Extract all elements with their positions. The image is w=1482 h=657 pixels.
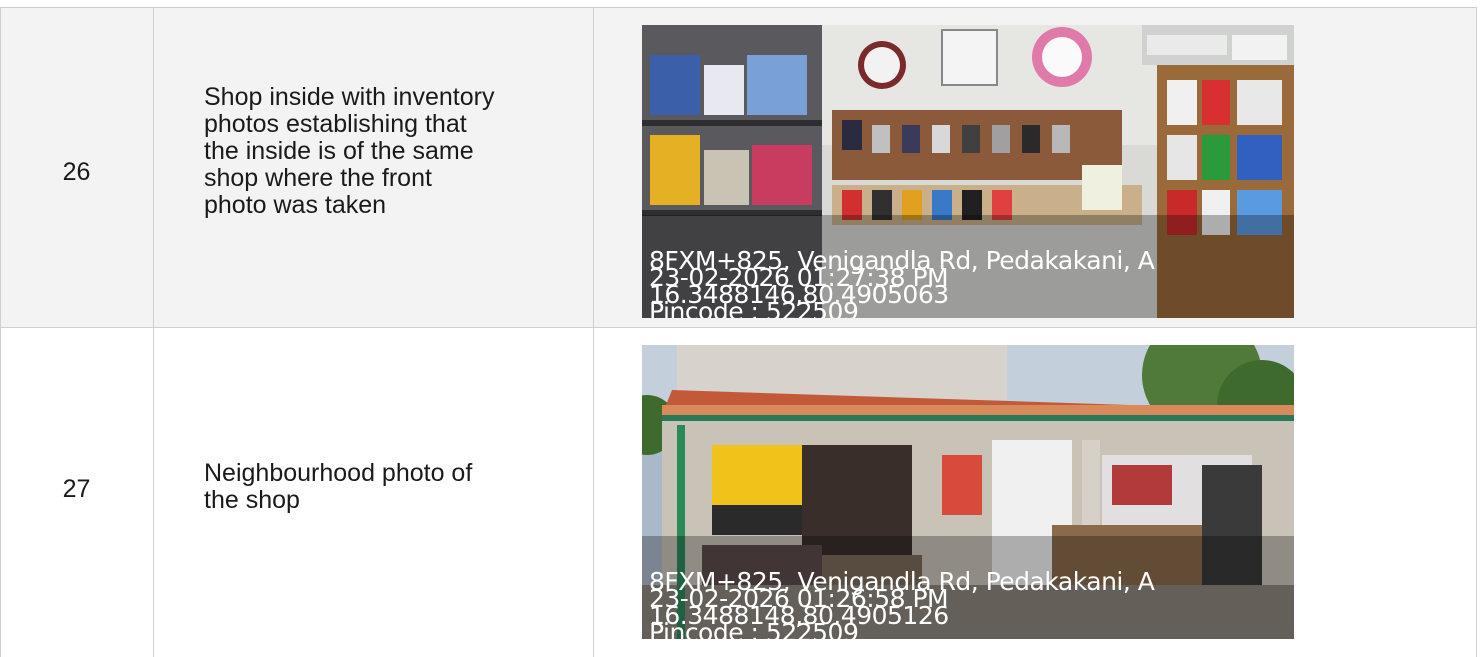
column-divider [593,8,594,327]
description-line: shop where the front [204,164,432,192]
column-divider [1476,328,1477,657]
row-number: 27 [62,475,91,503]
row-description: Neighbourhood photo of the shop [204,460,584,514]
column-divider [593,328,594,657]
column-divider [1476,8,1477,327]
shop-inside-photo: 8FXM+825, Venigandla Rd, Pedakakani, A 2… [642,25,1294,318]
column-divider [153,8,154,327]
column-divider [153,328,154,657]
description-line: photo was taken [204,191,387,219]
description-line: the inside is of the same [204,137,474,165]
photo-geotag-stamp: 8FXM+825, Venigandla Rd, Pedakakani, A 2… [649,248,1155,318]
description-line: Shop inside with inventory [204,83,495,111]
description-line: Neighbourhood photo of [204,459,473,487]
row-number: 26 [62,158,91,186]
neighbourhood-photo: 8FXM+825, Venigandla Rd, Pedakakani, A 2… [642,345,1294,639]
table-row: 27 Neighbourhood photo of the shop 8FXM+… [0,327,1477,657]
table-row: 26 Shop inside with inventory photos est… [0,7,1477,328]
description-line: the shop [204,486,300,514]
photo-geotag-stamp: 8FXM+825, Venigandla Rd, Pedakakani, A 2… [649,569,1155,639]
description-line: photos establishing that [204,110,467,138]
row-description: Shop inside with inventory photos establ… [204,84,584,219]
